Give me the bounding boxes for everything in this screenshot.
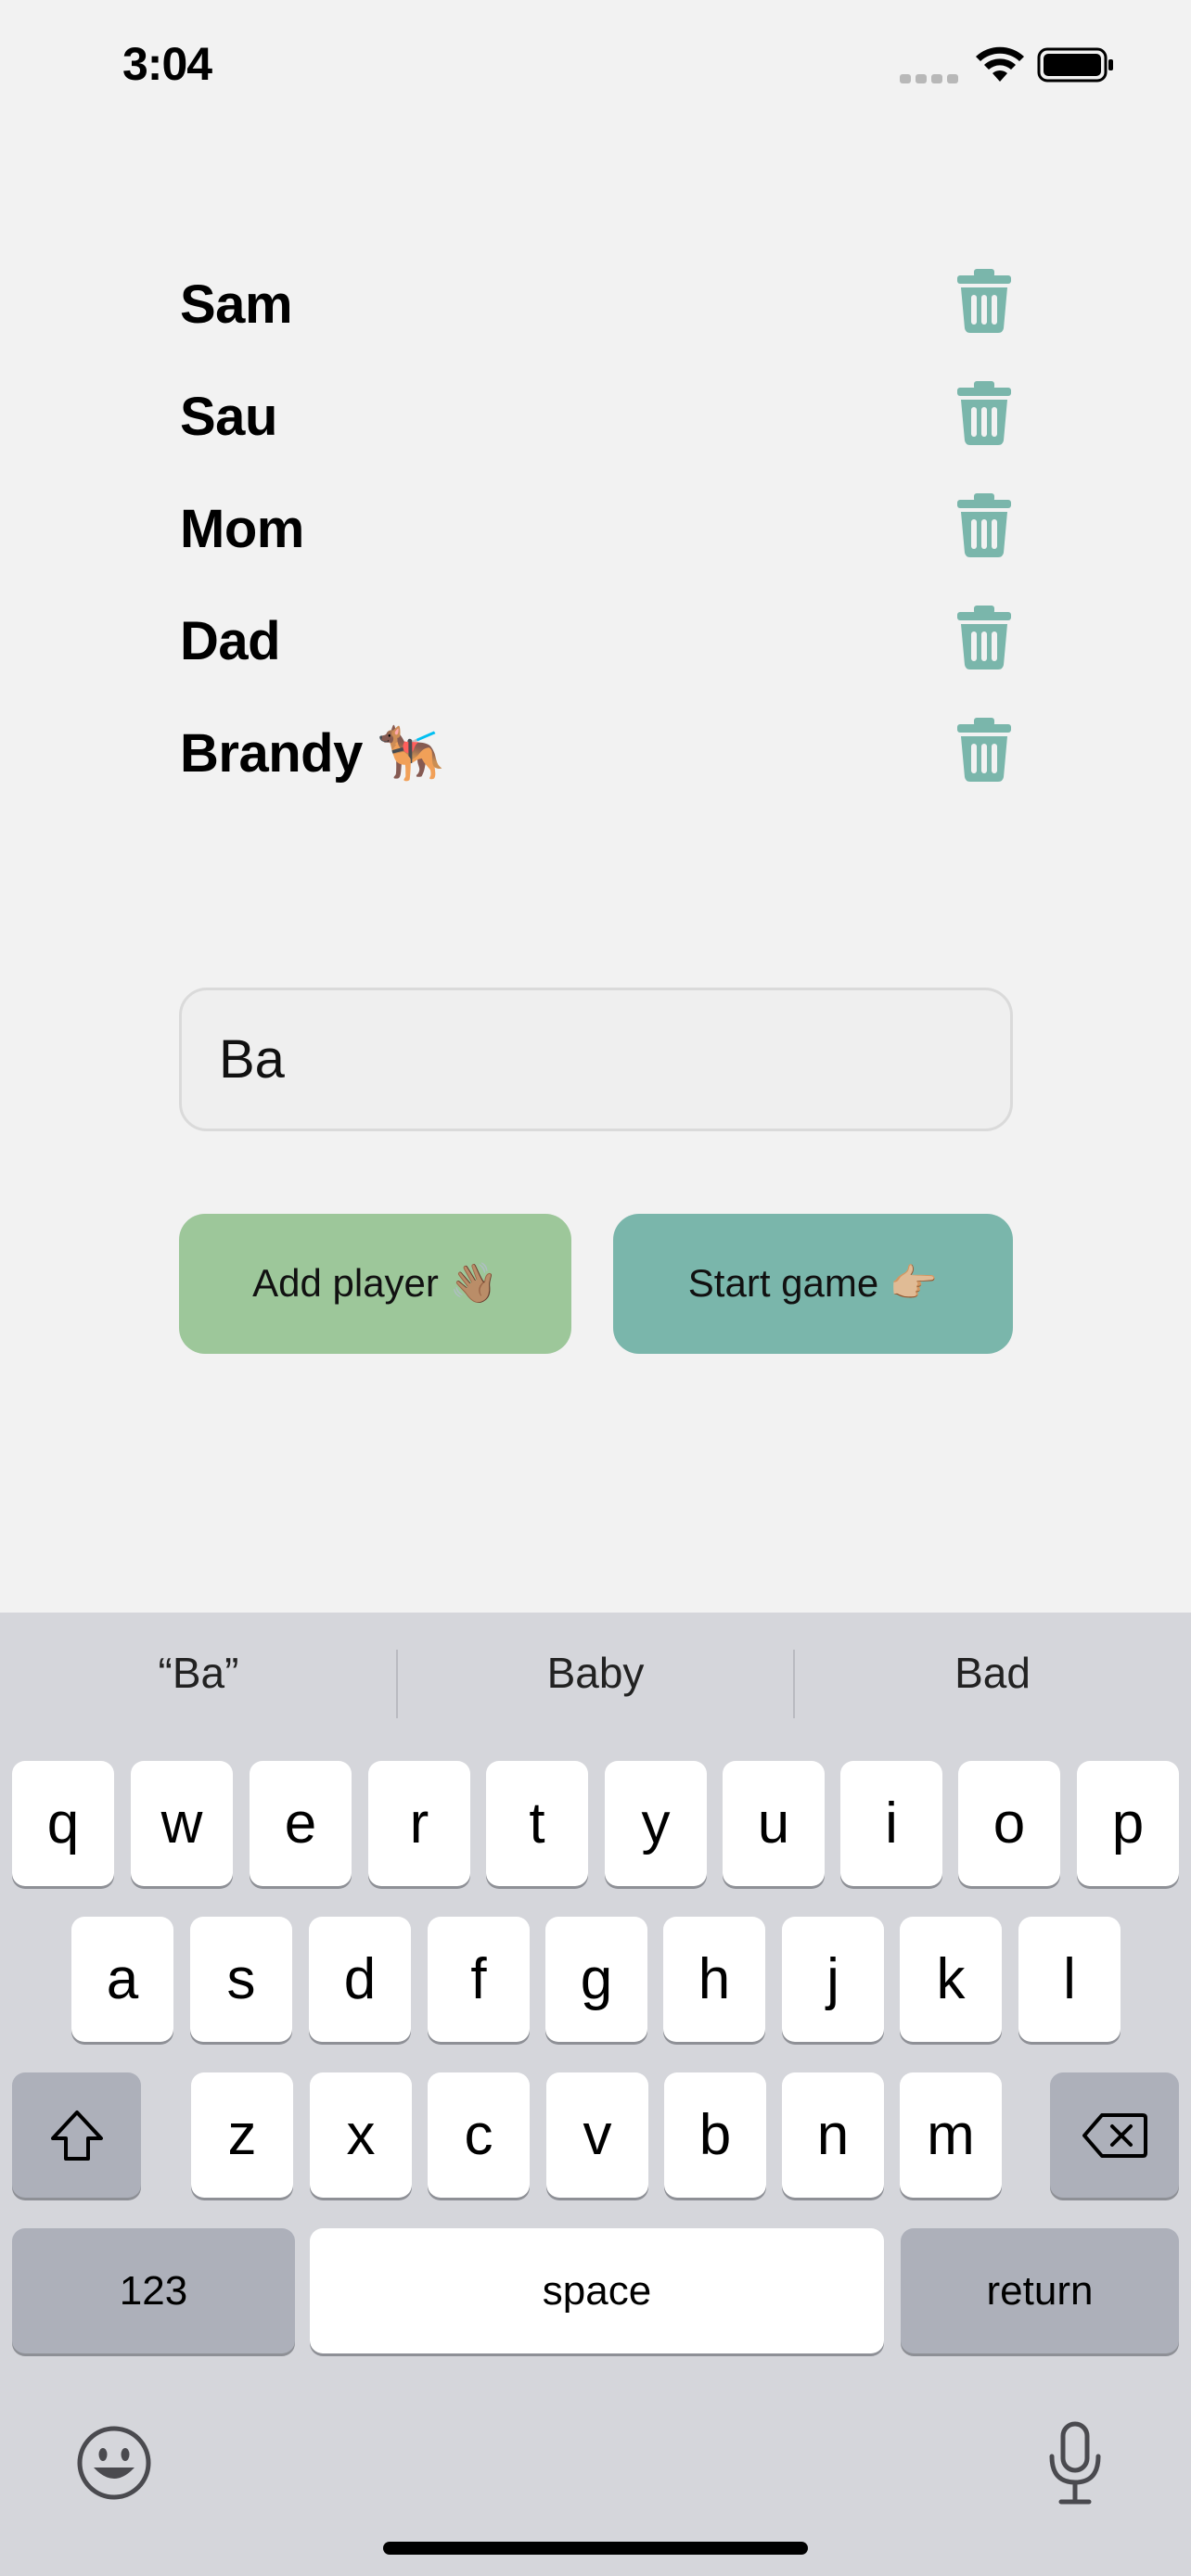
player-row: Brandy 🐕‍🦺 bbox=[180, 697, 1015, 810]
player-name: Sau bbox=[180, 387, 277, 447]
battery-icon bbox=[1037, 47, 1113, 83]
key-j[interactable]: j bbox=[782, 1917, 884, 2042]
key-c[interactable]: c bbox=[428, 2072, 530, 2198]
wifi-icon bbox=[976, 46, 1024, 82]
suggestion-literal[interactable]: “Ba” bbox=[0, 1648, 397, 1698]
numbers-key[interactable]: 123 bbox=[12, 2228, 295, 2353]
emoji-icon[interactable] bbox=[76, 2425, 152, 2501]
signal-icon bbox=[900, 74, 959, 83]
suggestion-bad[interactable]: Bad bbox=[794, 1648, 1191, 1698]
key-l[interactable]: l bbox=[1018, 1917, 1121, 2042]
status-time: 3:04 bbox=[122, 38, 212, 90]
player-row: Sau bbox=[180, 361, 1015, 473]
key-k[interactable]: k bbox=[900, 1917, 1002, 2042]
player-row: Mom bbox=[180, 473, 1015, 585]
shift-icon bbox=[50, 2110, 103, 2161]
player-name: Brandy 🐕‍🦺 bbox=[180, 722, 444, 784]
trash-icon[interactable] bbox=[955, 267, 1013, 334]
key-b[interactable]: b bbox=[664, 2072, 766, 2198]
player-name-input-value: Ba bbox=[219, 1029, 285, 1090]
key-o[interactable]: o bbox=[958, 1761, 1060, 1886]
player-name: Dad bbox=[180, 611, 281, 671]
home-indicator[interactable] bbox=[383, 2542, 808, 2555]
player-row: Sam bbox=[180, 249, 1015, 361]
key-t[interactable]: t bbox=[486, 1761, 588, 1886]
key-d[interactable]: d bbox=[309, 1917, 411, 2042]
suggestion-baby[interactable]: Baby bbox=[397, 1648, 794, 1698]
backspace-icon bbox=[1082, 2112, 1147, 2158]
key-r[interactable]: r bbox=[368, 1761, 470, 1886]
key-n[interactable]: n bbox=[782, 2072, 884, 2198]
player-row: Dad bbox=[180, 585, 1015, 697]
key-h[interactable]: h bbox=[663, 1917, 765, 2042]
shift-key[interactable] bbox=[12, 2072, 141, 2198]
trash-icon[interactable] bbox=[955, 379, 1013, 446]
key-e[interactable]: e bbox=[250, 1761, 352, 1886]
key-f[interactable]: f bbox=[428, 1917, 530, 2042]
key-y[interactable]: y bbox=[605, 1761, 707, 1886]
start-game-button[interactable]: Start game 👉🏼 bbox=[613, 1214, 1013, 1354]
player-list: Sam Sau Mom Da bbox=[180, 249, 1015, 810]
player-name: Sam bbox=[180, 274, 293, 335]
key-w[interactable]: w bbox=[131, 1761, 233, 1886]
space-key[interactable]: space bbox=[310, 2228, 884, 2353]
return-key[interactable]: return bbox=[901, 2228, 1179, 2353]
key-v[interactable]: v bbox=[546, 2072, 648, 2198]
player-name: Mom bbox=[180, 499, 304, 559]
key-p[interactable]: p bbox=[1077, 1761, 1179, 1886]
trash-icon[interactable] bbox=[955, 604, 1013, 670]
status-bar: 3:04 bbox=[0, 0, 1191, 139]
key-q[interactable]: q bbox=[12, 1761, 114, 1886]
microphone-icon[interactable] bbox=[1046, 2421, 1104, 2506]
key-s[interactable]: s bbox=[190, 1917, 292, 2042]
trash-icon[interactable] bbox=[955, 491, 1013, 558]
player-name-input[interactable]: Ba bbox=[179, 988, 1013, 1131]
delete-key[interactable] bbox=[1050, 2072, 1179, 2198]
key-u[interactable]: u bbox=[723, 1761, 825, 1886]
key-g[interactable]: g bbox=[545, 1917, 647, 2042]
suggestion-bar: “Ba” Baby Bad bbox=[0, 1613, 1191, 1752]
key-i[interactable]: i bbox=[840, 1761, 942, 1886]
trash-icon[interactable] bbox=[955, 716, 1013, 783]
key-a[interactable]: a bbox=[71, 1917, 173, 2042]
key-m[interactable]: m bbox=[900, 2072, 1002, 2198]
key-x[interactable]: x bbox=[310, 2072, 412, 2198]
key-z[interactable]: z bbox=[191, 2072, 293, 2198]
add-player-button[interactable]: Add player 👋🏽 bbox=[179, 1214, 571, 1354]
keyboard: “Ba” Baby Bad q w e r t y u i o p a s d … bbox=[0, 1613, 1191, 2576]
